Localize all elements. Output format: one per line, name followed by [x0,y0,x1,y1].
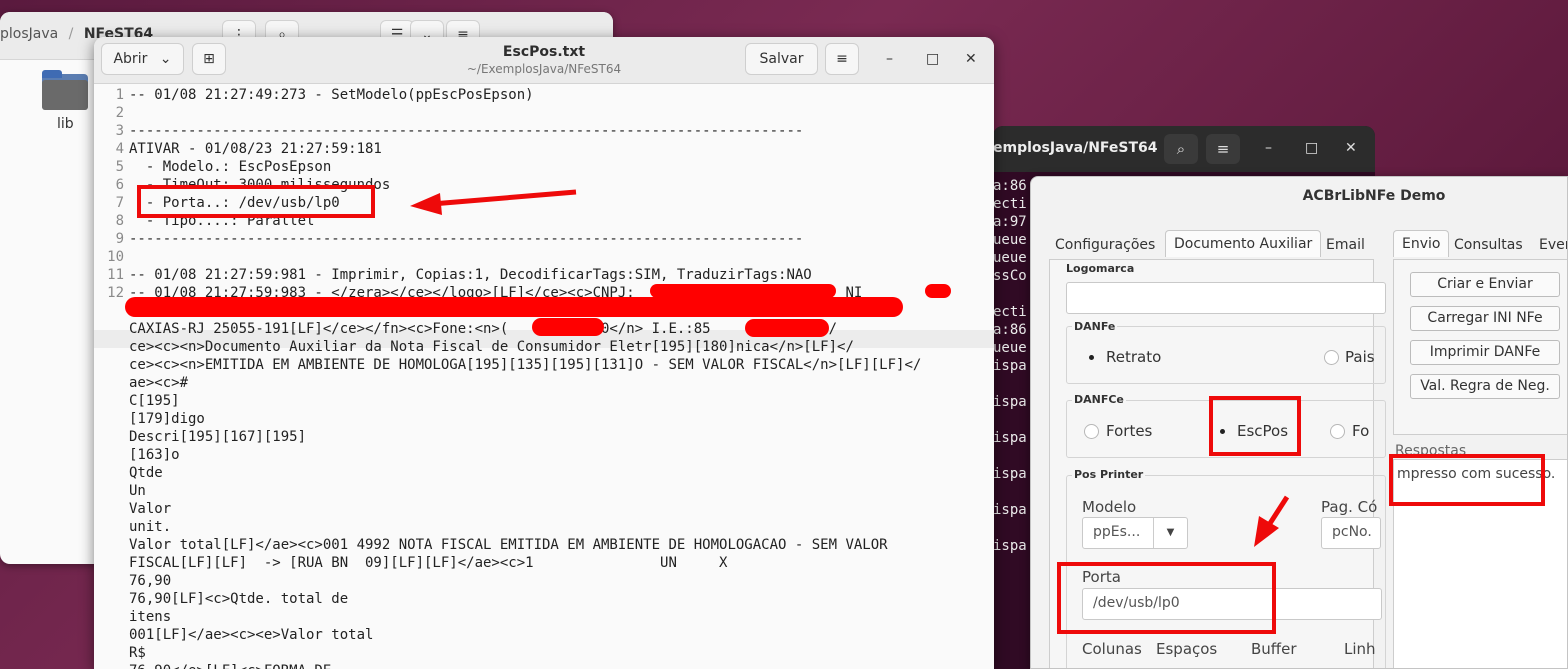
annotation-arrows [410,189,1290,547]
